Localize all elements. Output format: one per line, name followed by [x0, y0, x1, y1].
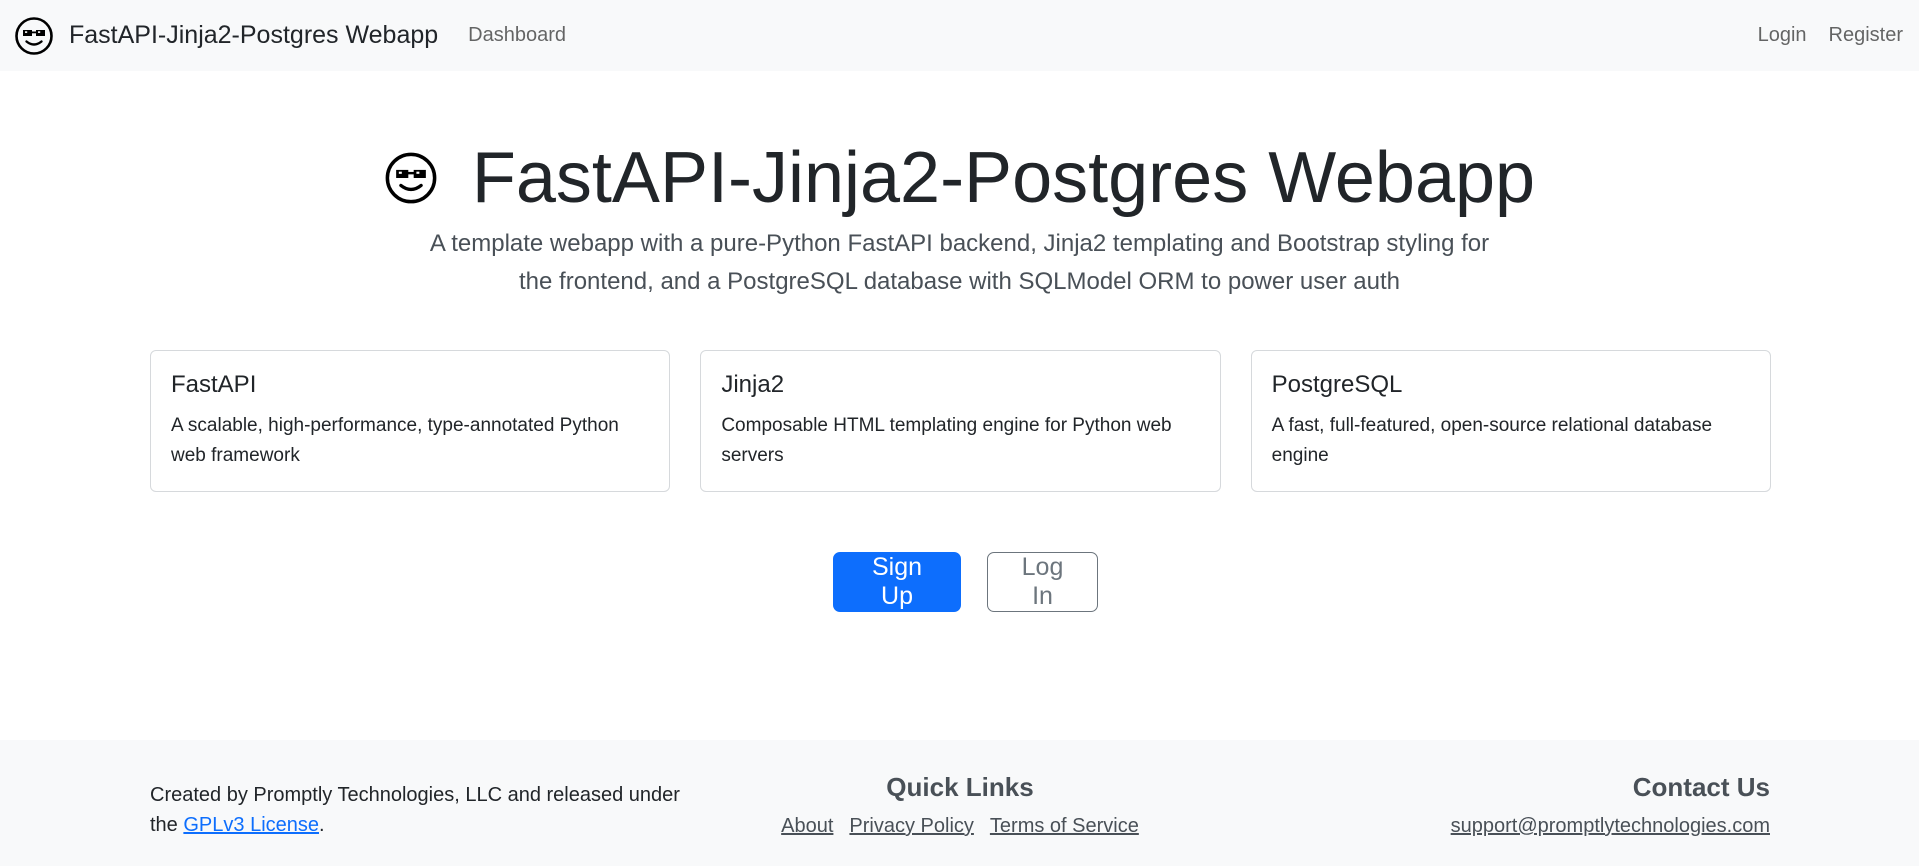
license-link[interactable]: GPLv3 License: [183, 814, 319, 836]
feature-cards: FastAPI A scalable, high-performance, ty…: [150, 350, 1771, 492]
nav-dashboard-link[interactable]: Dashboard: [468, 24, 566, 47]
quick-links-list: About Privacy Policy Terms of Service: [760, 815, 1160, 838]
brand-text: FastAPI-Jinja2-Postgres Webapp: [69, 21, 439, 49]
log-in-button[interactable]: Log In: [987, 552, 1098, 612]
card-title: PostgreSQL: [1271, 371, 1403, 398]
sunglasses-face-icon: [385, 152, 437, 204]
about-link[interactable]: About: [781, 815, 833, 838]
hero-subtitle: A template webapp with a pure-Python Fas…: [429, 230, 1490, 295]
card-text: A fast, full-featured, open-source relat…: [1271, 415, 1713, 466]
contact-section: Contact Us support@promptlytechnologies.…: [1451, 772, 1770, 838]
footer-period: .: [319, 814, 325, 836]
quick-links: Quick Links About Privacy Policy Terms o…: [760, 772, 1160, 838]
hero-title: FastAPI-Jinja2-Postgres Webapp: [0, 133, 1919, 223]
hero-title-text: FastAPI-Jinja2-Postgres Webapp: [471, 138, 1536, 218]
contact-heading: Contact Us: [1632, 772, 1770, 802]
hero-section: FastAPI-Jinja2-Postgres Webapp A templat…: [0, 133, 1919, 301]
sign-up-button[interactable]: Sign Up: [833, 552, 961, 612]
nav-login-link[interactable]: Login: [1758, 24, 1807, 47]
footer-attribution: Created by Promptly Technologies, LLC an…: [150, 780, 690, 840]
privacy-policy-link[interactable]: Privacy Policy: [849, 815, 973, 838]
terms-of-service-link[interactable]: Terms of Service: [990, 815, 1139, 838]
sunglasses-face-icon: [15, 16, 53, 55]
card-text: Composable HTML templating engine for Py…: [721, 415, 1172, 466]
contact-email-link[interactable]: support@promptlytechnologies.com: [1451, 815, 1770, 838]
card-title: Jinja2: [721, 371, 785, 398]
card-title: FastAPI: [171, 371, 257, 398]
nav-auth-links: Login Register: [1758, 24, 1905, 47]
footer: Created by Promptly Technologies, LLC an…: [0, 740, 1919, 866]
brand-link[interactable]: FastAPI-Jinja2-Postgres Webapp: [14, 16, 438, 56]
feature-card-jinja2: Jinja2 Composable HTML templating engine…: [700, 350, 1221, 492]
quick-links-heading: Quick Links: [886, 772, 1034, 802]
navbar: FastAPI-Jinja2-Postgres Webapp Dashboard…: [0, 0, 1919, 71]
cta-buttons: Sign Up Log In: [0, 552, 1919, 612]
nav-register-link[interactable]: Register: [1829, 24, 1903, 47]
card-text: A scalable, high-performance, type-annot…: [171, 415, 619, 466]
feature-card-postgresql: PostgreSQL A fast, full-featured, open-s…: [1250, 350, 1771, 492]
feature-card-fastapi: FastAPI A scalable, high-performance, ty…: [150, 350, 671, 492]
